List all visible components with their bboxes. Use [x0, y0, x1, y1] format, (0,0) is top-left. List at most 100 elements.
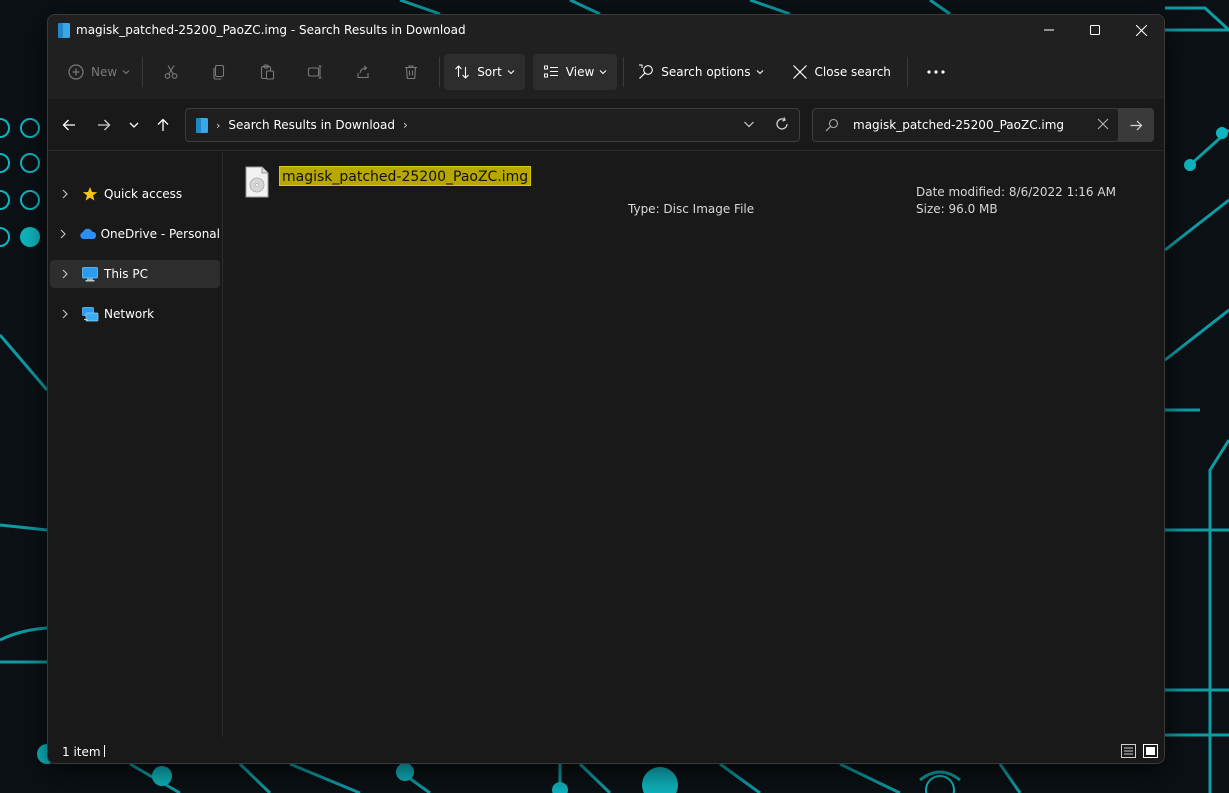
up-button[interactable]: [151, 113, 175, 137]
chevron-down-icon: [756, 70, 763, 75]
search-input[interactable]: [853, 116, 1083, 134]
sidebar-item-label: This PC: [104, 267, 148, 281]
toolbar-divider: [439, 57, 441, 87]
breadcrumb-search-results[interactable]: Search Results in Download: [228, 118, 395, 132]
maximize-icon: [1090, 25, 1100, 35]
forward-button[interactable]: [92, 113, 116, 137]
arrow-left-icon: [62, 119, 75, 131]
sort-button[interactable]: Sort: [444, 54, 525, 90]
large-icons-view-icon: [1142, 744, 1158, 758]
status-divider: [104, 745, 105, 757]
rename-button[interactable]: [291, 54, 339, 90]
close-icon: [1135, 24, 1147, 36]
recent-locations-button[interactable]: [122, 113, 146, 137]
sort-icon: [455, 65, 470, 79]
cut-icon: [164, 65, 178, 79]
view-button[interactable]: View: [532, 54, 618, 90]
close-search-button[interactable]: Close search: [782, 54, 901, 90]
paste-button[interactable]: [243, 54, 291, 90]
search-options-icon: [639, 64, 654, 79]
share-button[interactable]: [339, 54, 387, 90]
view-icon: [543, 65, 558, 78]
new-button-label: New: [91, 65, 118, 79]
chevron-down-icon: [122, 70, 130, 75]
sidebar-item-this-pc[interactable]: This PC: [50, 260, 220, 288]
result-size: Size: 96.0 MB: [916, 202, 998, 216]
arrow-right-icon: [1130, 120, 1142, 130]
title-bar[interactable]: magisk_patched-25200_PaoZC.img - Search …: [48, 15, 1164, 45]
close-search-label: Close search: [814, 65, 891, 79]
chevron-down-icon: [599, 70, 607, 75]
close-button[interactable]: [1118, 15, 1164, 45]
command-bar: New Sort View Search options Close searc…: [48, 45, 1164, 99]
search-go-button[interactable]: [1118, 108, 1154, 142]
rename-icon: [308, 65, 322, 79]
minimize-button[interactable]: [1026, 15, 1072, 45]
details-view-icon: [1120, 744, 1136, 758]
sidebar-item-quick-access[interactable]: Quick access: [50, 180, 220, 208]
toolbar-divider: [142, 57, 144, 87]
disc-image-file-icon: [245, 166, 269, 198]
share-icon: [357, 65, 369, 79]
star-icon: [82, 186, 100, 202]
address-history-chevron-icon[interactable]: [743, 118, 755, 130]
address-row: › Search Results in Download ›: [48, 99, 1164, 151]
sidebar-item-network[interactable]: Network: [50, 300, 220, 328]
search-results-pane: magisk_patched-25200_PaoZC.img Type: Dis…: [223, 152, 1164, 737]
expand-chevron-icon[interactable]: [56, 309, 74, 319]
address-bar[interactable]: › Search Results in Download ›: [185, 108, 800, 142]
result-type: Type: Disc Image File: [628, 202, 755, 216]
arrow-right-icon: [98, 119, 111, 131]
arrow-up-icon: [157, 118, 169, 131]
window-title: magisk_patched-25200_PaoZC.img - Search …: [76, 23, 466, 37]
cut-button[interactable]: [147, 54, 195, 90]
network-icon: [82, 306, 100, 322]
delete-button[interactable]: [387, 54, 435, 90]
result-date-modified: Date modified: 8/6/2022 1:16 AM: [916, 185, 1116, 199]
sidebar-item-label: OneDrive - Personal: [100, 227, 220, 241]
expand-chevron-icon[interactable]: [56, 189, 74, 199]
maximize-button[interactable]: [1072, 15, 1118, 45]
window-controls: [1026, 15, 1164, 45]
search-icon: [825, 118, 839, 132]
chevron-down-icon: [507, 70, 515, 75]
minimize-icon: [1044, 29, 1054, 31]
status-bar: 1 item: [48, 737, 1164, 763]
result-file-name[interactable]: magisk_patched-25200_PaoZC.img: [279, 166, 532, 186]
large-icons-view-button[interactable]: [1142, 743, 1158, 759]
new-button[interactable]: New: [60, 54, 138, 90]
delete-icon: [405, 65, 418, 80]
result-file-name-text: magisk_patched-25200_PaoZC.img: [282, 169, 529, 185]
copy-icon: [213, 64, 225, 80]
back-button[interactable]: [57, 113, 81, 137]
search-options-button[interactable]: Search options: [628, 54, 773, 90]
item-count: 1 item: [62, 745, 101, 759]
clear-search-icon[interactable]: [1097, 118, 1109, 130]
cloud-icon: [79, 226, 97, 242]
expand-chevron-icon[interactable]: [56, 269, 74, 279]
refresh-icon[interactable]: [775, 117, 789, 131]
search-results-folder-icon: [196, 117, 208, 133]
plus-circle-icon: [68, 64, 84, 80]
expand-chevron-icon[interactable]: [56, 229, 71, 239]
more-options-button[interactable]: [912, 54, 960, 90]
sidebar-item-label: Network: [104, 307, 155, 321]
more-icon: [927, 70, 945, 74]
view-button-label: View: [565, 65, 595, 79]
chevron-down-icon: [129, 122, 139, 128]
copy-button[interactable]: [195, 54, 243, 90]
sort-button-label: Sort: [477, 65, 502, 79]
breadcrumb-separator[interactable]: ›: [216, 119, 220, 132]
file-explorer-window: magisk_patched-25200_PaoZC.img - Search …: [47, 14, 1165, 764]
toolbar-divider: [623, 57, 625, 87]
close-search-icon: [792, 65, 807, 79]
breadcrumb-separator[interactable]: ›: [403, 118, 408, 132]
search-box[interactable]: [812, 108, 1119, 142]
sidebar-item-onedrive[interactable]: OneDrive - Personal: [50, 220, 220, 248]
search-options-label: Search options: [661, 65, 751, 79]
toolbar-divider: [906, 57, 908, 87]
sidebar-item-label: Quick access: [104, 187, 183, 201]
result-item[interactable]: magisk_patched-25200_PaoZC.img Type: Dis…: [243, 162, 1153, 216]
monitor-icon: [82, 266, 100, 282]
details-view-button[interactable]: [1120, 743, 1136, 759]
